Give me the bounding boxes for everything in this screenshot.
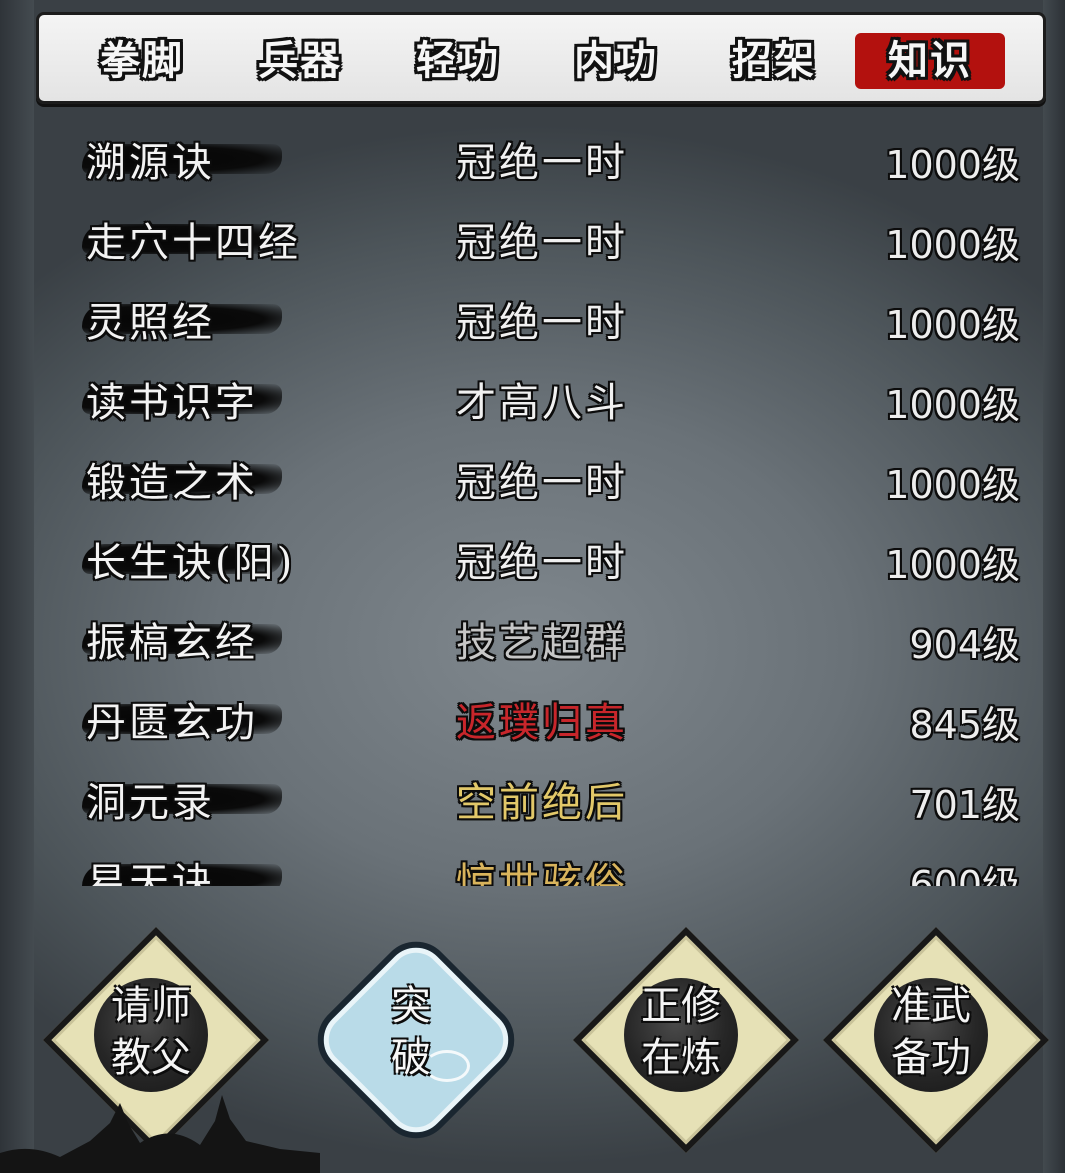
button-label-line2: 备功: [891, 1035, 971, 1081]
button-label-line1: 准武: [891, 983, 971, 1029]
skill-name: 洞元录: [86, 780, 215, 826]
button-label-line2: 教父: [111, 1035, 191, 1081]
skill-rank: 冠绝一时: [456, 540, 628, 586]
tab-neigong[interactable]: 内功: [541, 33, 691, 89]
skill-row[interactable]: 读书识字 才高八斗 1000级: [60, 358, 1030, 438]
skill-level: 1000级: [885, 543, 1020, 587]
skill-level: 1000级: [885, 463, 1020, 507]
training-button[interactable]: 正修 在炼: [572, 926, 800, 1154]
rooftop-silhouette: [0, 1095, 320, 1173]
skill-level: 1000级: [885, 303, 1020, 347]
prepare-skill-button[interactable]: 准武 备功: [822, 926, 1050, 1154]
tab-quanjiao[interactable]: 拳脚: [67, 33, 217, 89]
skill-rank: 冠绝一时: [456, 140, 628, 186]
skill-row[interactable]: 丹匮玄功 返璞归真 845级: [60, 678, 1030, 758]
skill-name: 振槁玄经: [86, 620, 258, 666]
skill-level: 1000级: [885, 383, 1020, 427]
skill-name: 灵照经: [86, 300, 215, 346]
button-label-line1: 突: [391, 983, 431, 1029]
button-label: 请师 教父: [46, 980, 256, 1084]
breakthrough-button[interactable]: 突 破: [302, 926, 530, 1154]
skill-row[interactable]: 灵照经 冠绝一时 1000级: [60, 278, 1030, 358]
tab-zhishi[interactable]: 知识: [855, 33, 1005, 89]
button-label: 准武 备功: [826, 980, 1036, 1084]
skill-name: 丹匮玄功: [86, 700, 258, 746]
button-label-line2: 破: [391, 1035, 431, 1081]
skill-name: 长生诀(阳): [86, 540, 296, 586]
skill-row[interactable]: 长生诀(阳) 冠绝一时 1000级: [60, 518, 1030, 598]
skill-rank: 惊世骇俗: [456, 860, 628, 886]
skill-level: 701级: [909, 783, 1020, 827]
skill-category-tabs: 拳脚 兵器 轻功 内功 招架 知识: [36, 12, 1046, 104]
skill-name: 走穴十四经: [86, 220, 301, 266]
skill-rank: 空前绝后: [456, 780, 628, 826]
skill-rank: 技艺超群: [456, 620, 628, 666]
skill-rank: 冠绝一时: [456, 220, 628, 266]
tab-bingqi[interactable]: 兵器: [225, 33, 375, 89]
skill-rank: 才高八斗: [456, 380, 628, 426]
skill-rank: 冠绝一时: [456, 300, 628, 346]
button-label: 正修 在炼: [576, 980, 786, 1084]
tab-qinggong[interactable]: 轻功: [383, 33, 533, 89]
button-label-line2: 在炼: [641, 1035, 721, 1081]
skill-row[interactable]: 锻造之术 冠绝一时 1000级: [60, 438, 1030, 518]
skill-level: 845级: [909, 703, 1020, 747]
skill-level: 600级: [909, 863, 1020, 886]
tab-zhaojia[interactable]: 招架: [699, 33, 849, 89]
skill-row[interactable]: 洞元录 空前绝后 701级: [60, 758, 1030, 838]
button-label-line1: 请师: [111, 983, 191, 1029]
button-label: 突 破: [306, 980, 516, 1084]
skill-level: 904级: [909, 623, 1020, 667]
skill-name: 溯源诀: [86, 140, 215, 186]
skill-level: 1000级: [885, 223, 1020, 267]
skill-rank: 冠绝一时: [456, 460, 628, 506]
skill-row[interactable]: 溯源诀 冠绝一时 1000级: [60, 118, 1030, 198]
skill-row[interactable]: 振槁玄经 技艺超群 904级: [60, 598, 1030, 678]
skill-name: 锻造之术: [86, 460, 258, 506]
skill-name: 读书识字: [86, 380, 258, 426]
skill-list[interactable]: 溯源诀 冠绝一时 1000级 走穴十四经 冠绝一时 1000级 灵照经 冠绝一时…: [60, 118, 1030, 886]
skill-name: 易天诀: [86, 860, 215, 886]
skill-row[interactable]: 易天诀 惊世骇俗 600级: [60, 838, 1030, 886]
skill-rank: 返璞归真: [456, 700, 628, 746]
button-label-line1: 正修: [641, 983, 721, 1029]
skill-level: 1000级: [885, 143, 1020, 187]
skill-row[interactable]: 走穴十四经 冠绝一时 1000级: [60, 198, 1030, 278]
